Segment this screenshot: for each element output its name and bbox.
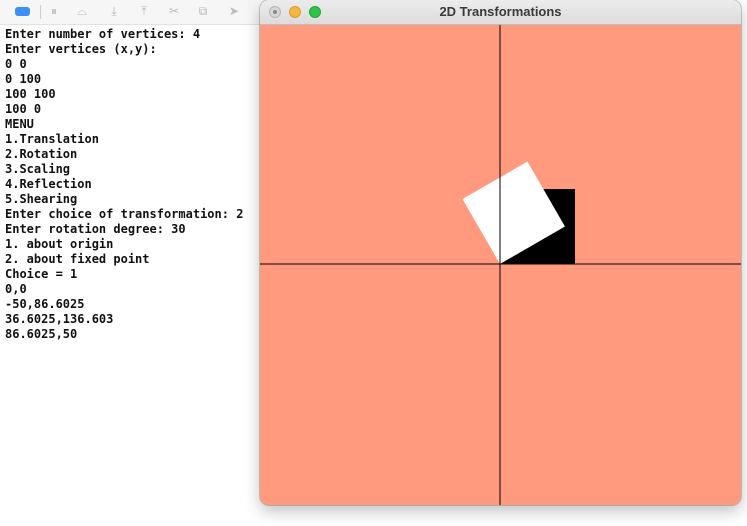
console-line: 100 100 bbox=[5, 87, 56, 101]
environment-icon[interactable]: ⧉ bbox=[196, 4, 210, 18]
debug-toolbar: ⏸ ⌓ ⤓ ⤒ ✂ ⧉ ➤ bbox=[0, 0, 270, 25]
step-out-icon[interactable]: ⤒ bbox=[137, 4, 151, 18]
drawing-canvas bbox=[260, 25, 741, 505]
pause-icon[interactable]: ⏸ bbox=[47, 4, 61, 18]
console-line: Choice = 1 bbox=[5, 267, 78, 281]
console-line: 2. about fixed point bbox=[5, 252, 150, 266]
console-line: MENU bbox=[5, 117, 34, 131]
console-line: -50,86.6025 bbox=[5, 297, 85, 311]
console-line: 2.Rotation bbox=[5, 147, 78, 161]
location-icon[interactable]: ➤ bbox=[227, 4, 241, 18]
console-output: Enter number of vertices: 4 Enter vertice… bbox=[5, 27, 263, 342]
console-line: 86.6025,50 bbox=[5, 327, 78, 341]
step-into-icon[interactable]: ⤓ bbox=[107, 4, 121, 18]
console-line: 0 100 bbox=[5, 72, 42, 86]
window-title: 2D Transformations bbox=[439, 4, 562, 19]
breakpoint-icon[interactable] bbox=[15, 7, 30, 16]
console-line: 5.Shearing bbox=[5, 192, 78, 206]
console-line: Enter vertices (x,y): bbox=[5, 42, 157, 56]
title-bar[interactable]: 2D Transformations bbox=[260, 0, 741, 25]
step-over-icon[interactable]: ⌓ bbox=[75, 4, 89, 18]
console-line: 0 0 bbox=[5, 57, 27, 71]
console-line: Enter rotation degree: 30 bbox=[5, 222, 186, 236]
console-line: 3.Scaling bbox=[5, 162, 71, 176]
console-line: 1.Translation bbox=[5, 132, 99, 146]
console-line: 100 0 bbox=[5, 102, 42, 116]
console-line: 36.6025,136.603 bbox=[5, 312, 114, 326]
console-line: 1. about origin bbox=[5, 237, 114, 251]
toolbar-separator bbox=[40, 5, 41, 19]
console-line: Enter number of vertices: 4 bbox=[5, 27, 201, 41]
console-line: Enter choice of transformation: 2 bbox=[5, 207, 244, 221]
debug-graph-icon[interactable]: ✂ bbox=[167, 4, 181, 18]
console-line: 0,0 bbox=[5, 282, 27, 296]
app-window: 2D Transformations bbox=[260, 0, 741, 505]
console-line: 4.Reflection bbox=[5, 177, 92, 191]
